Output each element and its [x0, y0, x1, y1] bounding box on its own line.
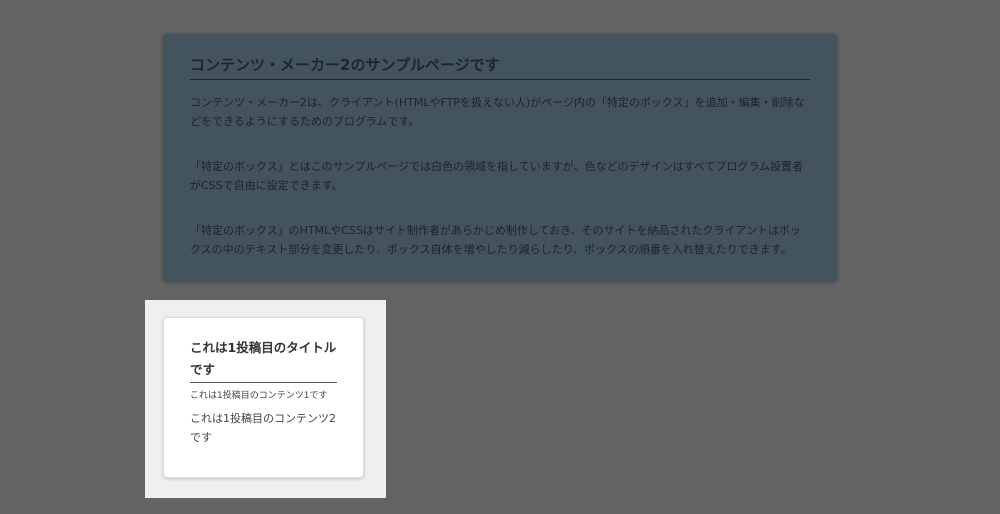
post-title[interactable]: これは1投稿目のタイトルです: [190, 337, 337, 383]
intro-paragraph-3: 「特定のボックス」のHTMLやCSSはサイト制作者があらかじめ制作しておき、その…: [190, 224, 802, 256]
intro-title: コンテンツ・メーカー2のサンプルページです: [190, 54, 810, 80]
intro-paragraph-2: 「特定のボックス」とはこのサンプルページでは白色の領域を指していますが、色などの…: [190, 160, 804, 192]
post-content-2[interactable]: これは1投稿目のコンテンツ2です: [190, 409, 337, 447]
intro-box: コンテンツ・メーカー2のサンプルページです コンテンツ・メーカー2は、クライアン…: [163, 34, 837, 281]
intro-paragraph-1: コンテンツ・メーカー2は、クライアント(HTMLやFTPを扱えない人)がページ内…: [190, 96, 805, 128]
post-content-1[interactable]: これは1投稿目のコンテンツ1です: [190, 389, 337, 403]
post-card[interactable]: これは1投稿目のタイトルです これは1投稿目のコンテンツ1です これは1投稿目の…: [163, 317, 364, 478]
